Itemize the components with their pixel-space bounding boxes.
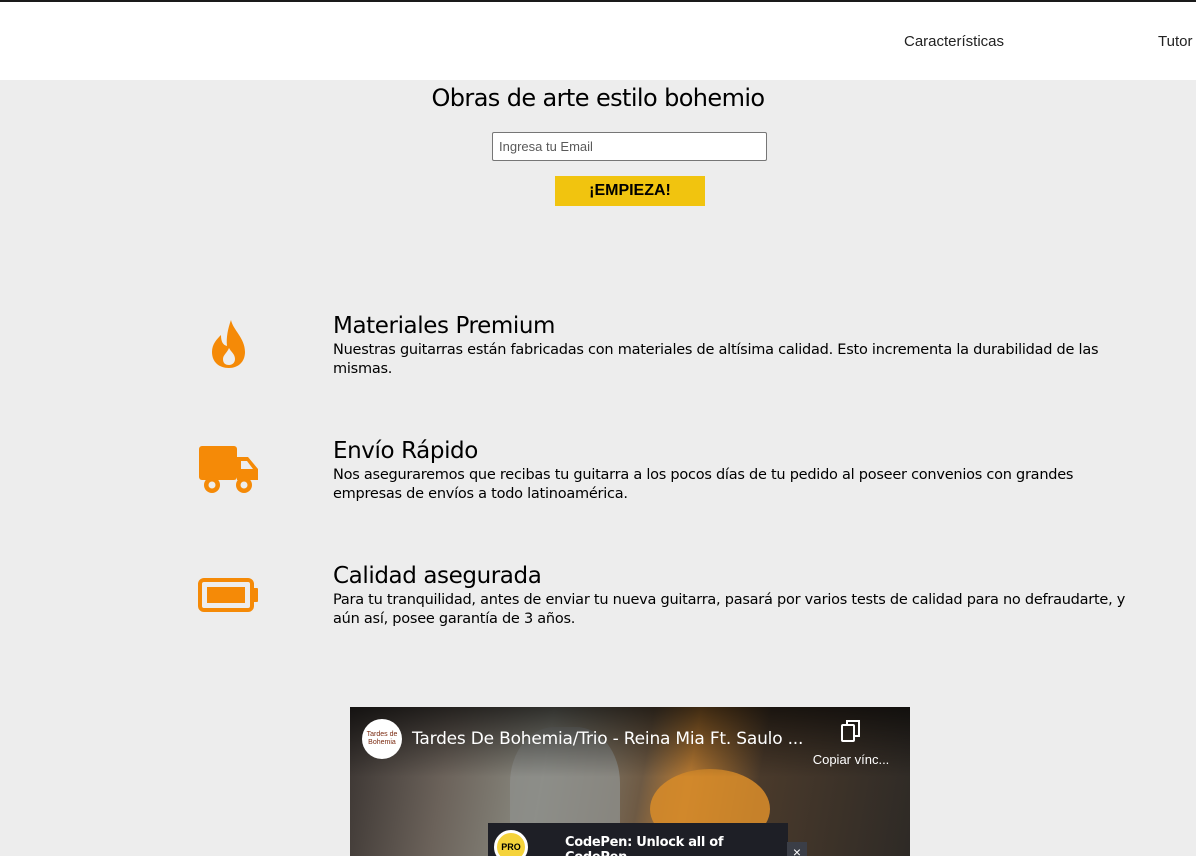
promo-text[interactable]: CodePen: Unlock all of CodePen — [565, 835, 788, 856]
codepen-promo-banner[interactable]: PRO CodePen: Unlock all of CodePen — [488, 823, 788, 856]
feature-text: Para tu tranquilidad, antes de enviar tu… — [333, 592, 1126, 627]
start-button[interactable]: ¡EMPIEZA! — [555, 176, 705, 206]
pro-badge: PRO — [494, 830, 528, 856]
battery-icon — [198, 578, 260, 612]
feature-text: Nos aseguraremos que recibas tu guitarra… — [333, 467, 1074, 502]
feature-title: Calidad asegurada — [333, 563, 542, 589]
close-icon[interactable]: × — [787, 842, 807, 856]
site-header: Características Tutor — [0, 2, 1196, 80]
email-input[interactable] — [492, 132, 767, 161]
feature-text: Nuestras guitarras están fabricadas con … — [333, 342, 1099, 377]
nav-link-tutoriales[interactable]: Tutor — [1158, 33, 1192, 50]
copy-link-button[interactable]: Copiar vínc... — [806, 719, 896, 767]
hero-title: Obras de arte estilo bohemio — [431, 84, 766, 112]
channel-avatar[interactable]: Tardes de Bohemia — [362, 719, 402, 759]
feature-title: Envío Rápido — [333, 438, 478, 464]
feature-title: Materiales Premium — [333, 313, 556, 339]
nav-link-caracteristicas[interactable]: Características — [904, 33, 1004, 50]
video-title[interactable]: Tardes De Bohemia/Trio - Reina Mia Ft. S… — [412, 729, 803, 749]
video-embed[interactable]: Tardes de Bohemia Tardes De Bohemia/Trio… — [350, 707, 910, 856]
truck-icon — [198, 445, 260, 495]
fire-icon — [198, 318, 260, 370]
copy-icon — [841, 720, 860, 742]
copy-link-label: Copiar vínc... — [812, 752, 890, 767]
